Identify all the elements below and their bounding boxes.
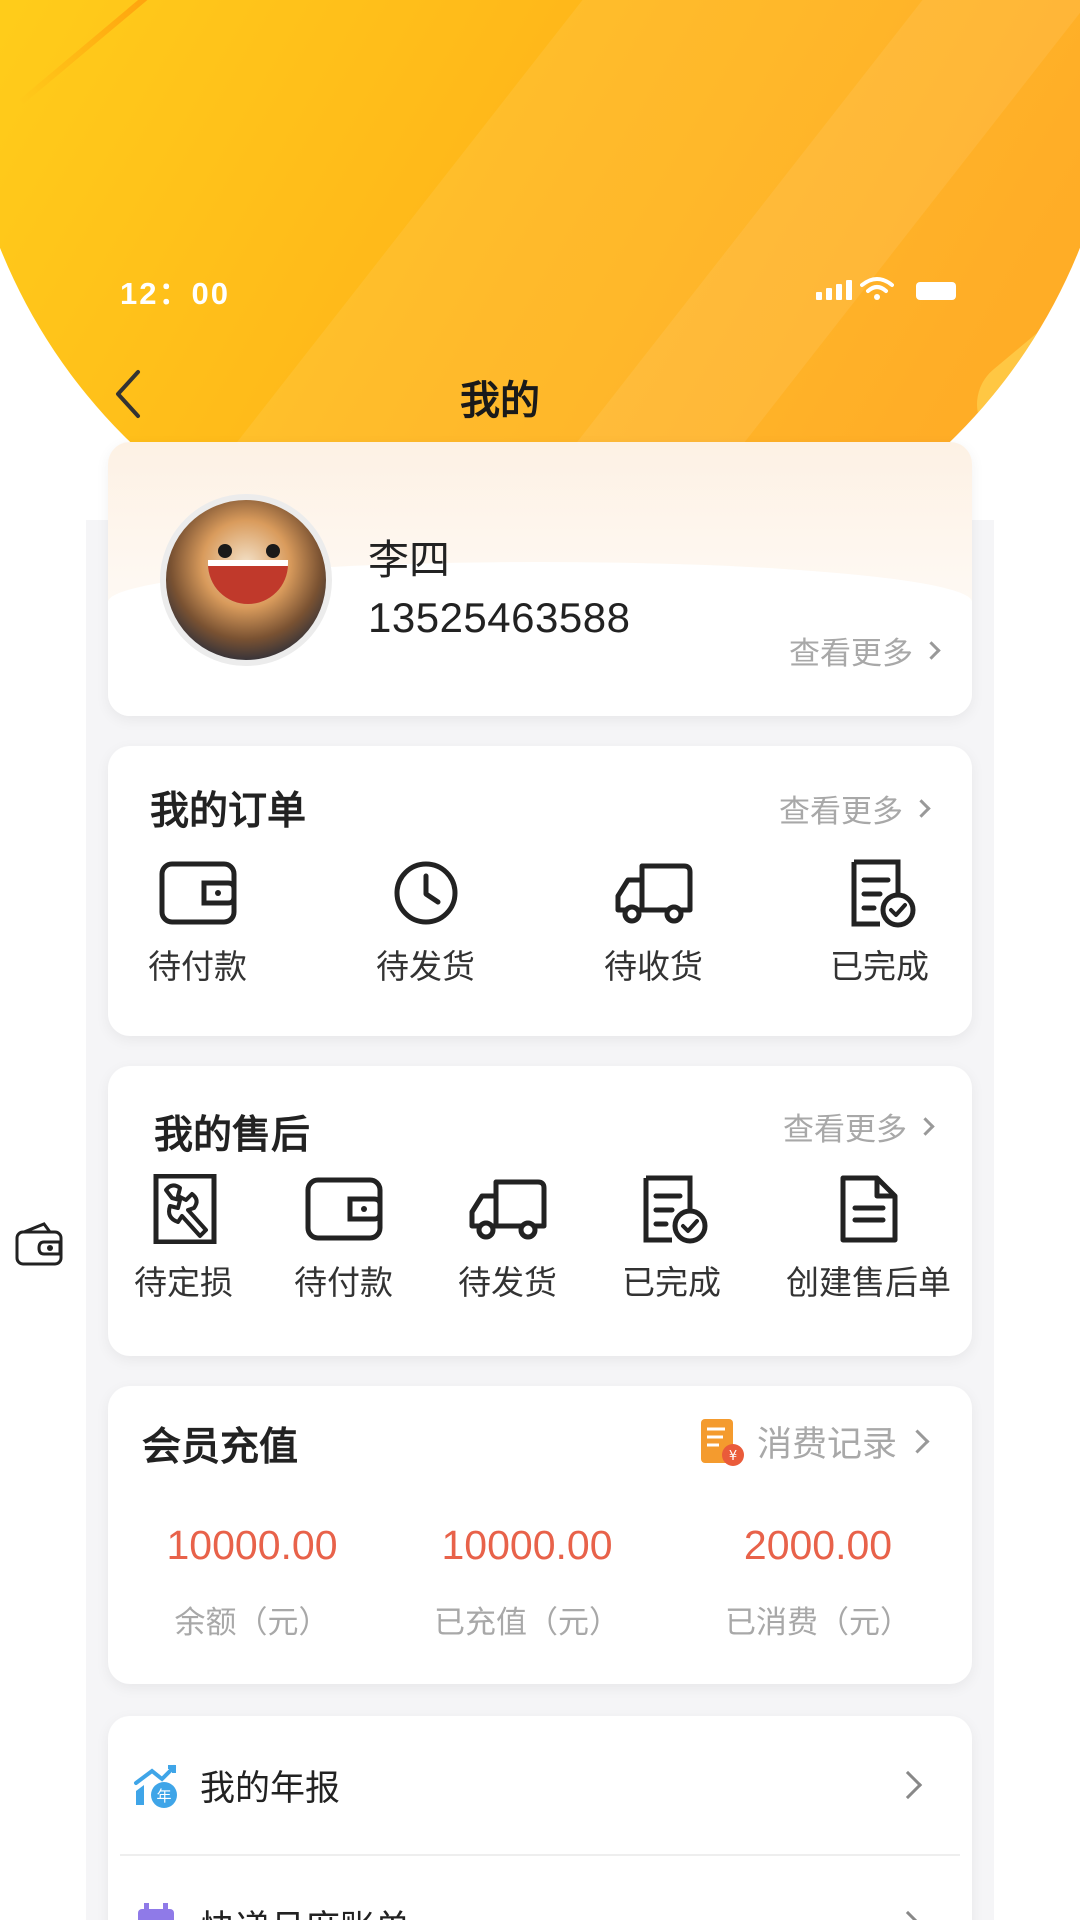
wallet-icon xyxy=(159,861,236,925)
after-sales-item-label: 待定损 xyxy=(134,1264,233,1301)
membership-title: 会员充值 xyxy=(142,1426,299,1469)
membership-card: 会员充值 ¥ 消费记录 10000.00 余额（元） 10000.00 已充值（… xyxy=(108,1386,972,1684)
avatar-mouth xyxy=(208,560,288,604)
consumed-stat: 2000.00 已消费（元） xyxy=(708,1522,928,1642)
after-sales-card: 我的售后 查看更多 待定损 待付款 待发货 已完成 创建售后单 xyxy=(108,1066,972,1356)
navigation-bar: 我的 xyxy=(0,356,1080,428)
background-streak xyxy=(18,0,222,106)
after-sales-pending-assessment[interactable]: 待定损 xyxy=(134,1174,233,1304)
svg-text:年: 年 xyxy=(156,1787,171,1805)
battery-icon xyxy=(916,282,956,300)
profile-view-more-link[interactable]: 查看更多 xyxy=(789,628,941,673)
after-sales-completed[interactable]: 已完成 xyxy=(622,1174,721,1304)
user-name: 李四 xyxy=(368,537,450,583)
status-icons xyxy=(816,276,956,300)
order-item-label: 待发货 xyxy=(376,948,475,985)
avatar[interactable] xyxy=(160,494,332,666)
order-pending-payment[interactable]: 待付款 xyxy=(148,858,247,988)
stat-value: 2000.00 xyxy=(743,1522,893,1568)
wallet-icon xyxy=(305,1177,382,1241)
recharged-stat: 10000.00 已充值（元） xyxy=(412,1522,642,1642)
menu-item-label: 快递月度账单 xyxy=(200,1900,410,1920)
after-sales-title: 我的售后 xyxy=(154,1114,311,1157)
menu-item-annual-report[interactable]: 年 我的年报 xyxy=(132,1716,948,1854)
stat-label: 余额（元） xyxy=(174,1605,330,1640)
chevron-right-icon xyxy=(916,1117,935,1136)
records-icon: ¥ xyxy=(700,1418,744,1466)
chevron-right-icon xyxy=(912,799,931,818)
clock-icon xyxy=(394,861,457,925)
view-more-label: 查看更多 xyxy=(783,1112,907,1147)
after-sales-item-label: 待发货 xyxy=(458,1264,557,1301)
wrench-icon xyxy=(153,1174,216,1244)
user-phone: 13525463588 xyxy=(368,594,631,641)
stat-value: 10000.00 xyxy=(166,1522,338,1568)
orders-card: 我的订单 查看更多 待付款 待发货 待收货 已完成 xyxy=(108,746,972,1036)
avatar-eye xyxy=(266,544,280,558)
consumption-records-link[interactable]: ¥ 消费记录 xyxy=(699,1416,930,1467)
monthly-bill-icon xyxy=(138,1903,174,1920)
order-item-label: 待收货 xyxy=(604,948,703,985)
truck-icon xyxy=(469,1179,546,1240)
status-bar: 12：00 xyxy=(0,260,1080,312)
chevron-right-icon xyxy=(922,641,941,660)
after-sales-item-label: 待付款 xyxy=(294,1264,393,1301)
view-more-label: 查看更多 xyxy=(779,794,903,829)
order-pending-receipt[interactable]: 待收货 xyxy=(604,858,703,988)
menu-item-monthly-bill[interactable]: 快递月度账单 xyxy=(132,1856,948,1920)
orders-view-more-link[interactable]: 查看更多 xyxy=(779,786,931,831)
svg-text:¥: ¥ xyxy=(729,1449,737,1464)
stat-label: 已充值（元） xyxy=(434,1605,620,1640)
page-title: 我的 xyxy=(460,379,540,423)
menu-list-card: 年 我的年报 快递月度账单 xyxy=(108,1716,972,1920)
menu-item-label: 我的年报 xyxy=(200,1768,341,1808)
stat-label: 已消费（元） xyxy=(725,1605,911,1640)
signal-icon xyxy=(816,280,852,300)
after-sales-item-label: 创建售后单 xyxy=(786,1264,951,1301)
document-icon xyxy=(840,1175,897,1243)
balance-stat: 10000.00 余额（元） xyxy=(142,1522,362,1642)
chevron-right-icon xyxy=(893,1770,923,1800)
view-more-label: 查看更多 xyxy=(789,636,913,671)
after-sales-view-more-link[interactable]: 查看更多 xyxy=(783,1104,935,1149)
create-after-sales-order[interactable]: 创建售后单 xyxy=(786,1174,951,1304)
completed-doc-icon xyxy=(851,859,915,928)
after-sales-item-label: 已完成 xyxy=(622,1264,721,1301)
truck-icon xyxy=(615,863,692,924)
wifi-icon xyxy=(860,277,894,300)
completed-doc-icon xyxy=(643,1175,707,1244)
order-item-label: 待付款 xyxy=(148,948,247,985)
order-completed[interactable]: 已完成 xyxy=(830,858,929,988)
after-sales-pending-payment[interactable]: 待付款 xyxy=(294,1174,393,1304)
order-pending-shipment[interactable]: 待发货 xyxy=(376,858,475,988)
profile-card[interactable]: 李四 13525463588 查看更多 xyxy=(108,442,972,716)
orders-title: 我的订单 xyxy=(150,790,307,833)
stat-value: 10000.00 xyxy=(441,1522,613,1568)
order-item-label: 已完成 xyxy=(830,948,929,985)
floating-wallet-icon[interactable] xyxy=(14,1222,64,1268)
chevron-right-icon xyxy=(905,1429,930,1454)
avatar-eye xyxy=(218,544,232,558)
status-time: 12：00 xyxy=(120,276,230,311)
chevron-right-icon xyxy=(893,1910,923,1920)
after-sales-pending-shipment[interactable]: 待发货 xyxy=(458,1174,557,1304)
annual-report-icon: 年 xyxy=(134,1765,177,1808)
records-label: 消费记录 xyxy=(756,1425,897,1464)
